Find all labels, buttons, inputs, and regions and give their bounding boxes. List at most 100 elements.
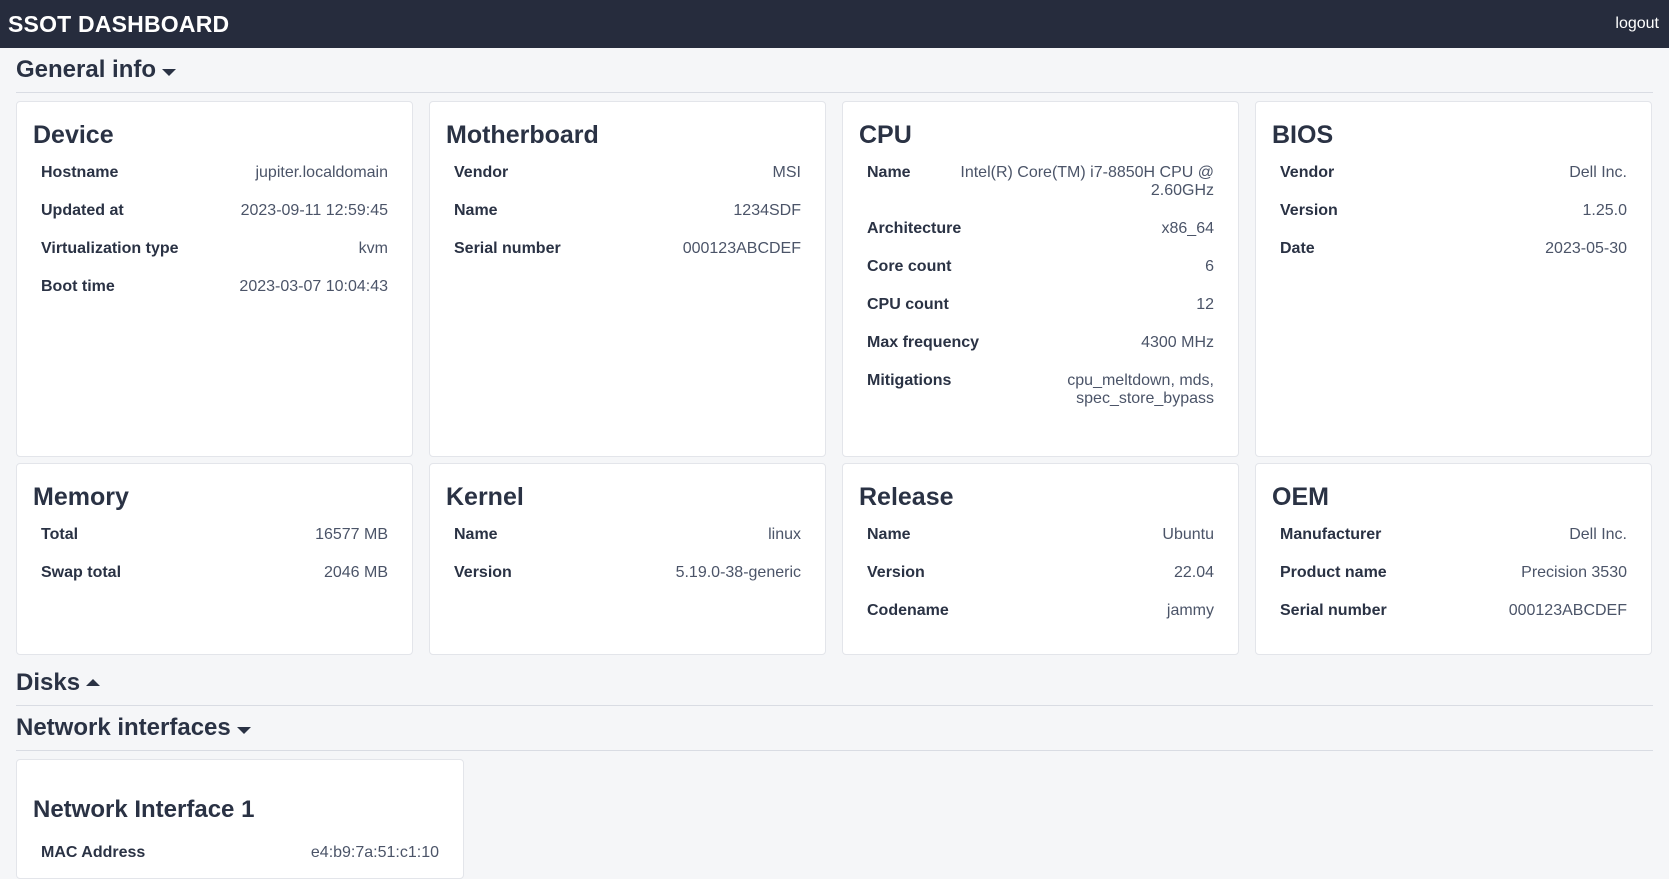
info-value: 16577 MB [315, 526, 388, 543]
info-row: Version 5.19.0-38-generic [454, 564, 801, 582]
info-value: kvm [358, 240, 388, 257]
logout-link[interactable]: logout [1615, 15, 1661, 33]
info-value: 1.25.0 [1582, 202, 1627, 219]
info-row: Hostname jupiter.localdomain [41, 164, 388, 182]
info-value: 12 [1196, 296, 1214, 313]
section-title: Network interfaces [16, 714, 231, 741]
info-label: Boot time [41, 278, 115, 295]
info-row: Virtualization type kvm [41, 240, 388, 258]
info-value: Precision 3530 [1521, 564, 1627, 581]
info-row: Vendor MSI [454, 164, 801, 182]
info-value: 2023-05-30 [1545, 240, 1627, 257]
info-row: Vendor Dell Inc. [1280, 164, 1627, 182]
info-label: Codename [867, 602, 949, 619]
memory-card: Memory Total 16577 MB Swap total 2046 MB [16, 463, 413, 655]
info-label: Virtualization type [41, 240, 179, 257]
info-row: Name 1234SDF [454, 202, 801, 220]
app-title: SSOT DASHBOARD [8, 10, 230, 37]
info-row: Version 1.25.0 [1280, 202, 1627, 220]
info-value: Dell Inc. [1569, 164, 1627, 181]
oem-card: OEM Manufacturer Dell Inc. Product name Prec… [1255, 463, 1652, 655]
info-value: jammy [1166, 602, 1214, 619]
card-title: BIOS [1272, 121, 1334, 149]
info-label: Version [454, 564, 512, 581]
info-label: Mitigations [867, 372, 952, 389]
info-value: x86_64 [1161, 220, 1215, 237]
device-card: Device Hostname jupiter.localdomain Updated… [16, 101, 413, 457]
top-navbar: SSOT DASHBOARD logout [0, 0, 1669, 48]
info-row: Name linux [454, 526, 801, 544]
info-label: Product name [1280, 564, 1387, 581]
info-row: Total 16577 MB [41, 526, 388, 544]
info-value: 2023-03-07 10:04:43 [239, 278, 388, 295]
info-label: Serial number [454, 240, 561, 257]
bios-card: BIOS Vendor Dell Inc. Version 1.25.0 Date 2023… [1255, 101, 1652, 457]
info-label: Name [454, 202, 498, 219]
info-row: Name Intel(R) Core(TM) i7-8850H CPU @ 2.6… [867, 164, 1214, 200]
info-value: 2023-09-11 12:59:45 [240, 202, 388, 219]
info-label: Total [41, 526, 79, 543]
card-title: OEM [1272, 483, 1329, 511]
section-network-interfaces-toggle[interactable]: Network interfaces [16, 706, 1653, 751]
info-label: Name [867, 526, 911, 543]
info-row: Manufacturer Dell Inc. [1280, 526, 1627, 544]
info-label: Serial number [1280, 602, 1387, 619]
info-label: Name [454, 526, 498, 543]
info-label: Version [867, 564, 925, 581]
info-value: 1234SDF [733, 202, 801, 219]
info-label: Version [1280, 202, 1338, 219]
info-label: Swap total [41, 564, 122, 581]
info-label: MAC Address [41, 843, 146, 861]
info-label: Name [867, 164, 911, 181]
section-general-info-toggle[interactable]: General info [16, 48, 1653, 93]
info-value: 22.04 [1173, 564, 1214, 581]
info-row: Boot time 2023-03-07 10:04:43 [41, 278, 388, 296]
info-value: 5.19.0-38-generic [675, 564, 801, 581]
section-title: Disks [16, 669, 81, 696]
info-value: Intel(R) Core(TM) i7-8850H CPU @ 2.60GHz [960, 164, 1214, 199]
info-row: Name Ubuntu [867, 526, 1214, 544]
caret-down-icon [236, 726, 251, 734]
caret-up-icon [86, 678, 101, 686]
caret-down-icon [162, 68, 177, 76]
info-label: Max frequency [867, 334, 980, 351]
info-value: cpu_meltdown, mds, spec_store_bypass [1067, 372, 1214, 407]
info-value: Dell Inc. [1569, 526, 1627, 543]
section-title: General info [16, 56, 157, 83]
info-row: Serial number 000123ABCDEF [1280, 602, 1627, 620]
release-card: Release Name Ubuntu Version 22.04 Codename jam… [842, 463, 1239, 655]
motherboard-card: Motherboard Vendor MSI Name 1234SDF Serial nu… [429, 101, 826, 457]
cpu-card: CPU Name Intel(R) Core(TM) i7-8850H CPU @ … [842, 101, 1239, 457]
info-label: Updated at [41, 202, 124, 219]
section-disks-toggle[interactable]: Disks [16, 661, 1653, 706]
info-row: CPU count 12 [867, 296, 1214, 314]
info-label: Core count [867, 258, 952, 275]
info-value: 6 [1205, 258, 1214, 275]
network-interface-card: Network Interface 1 MAC Address e4:b9:7a:5… [16, 759, 464, 879]
card-title: Network Interface 1 [33, 795, 255, 823]
info-value: 000123ABCDEF [682, 240, 801, 257]
info-value: Ubuntu [1162, 526, 1214, 543]
info-row: Date 2023-05-30 [1280, 240, 1627, 258]
info-row: Max frequency 4300 MHz [867, 334, 1214, 352]
info-value: e4:b9:7a:51:c1:10 [310, 843, 439, 861]
info-row: Updated at 2023-09-11 12:59:45 [41, 202, 388, 220]
info-row: Codename jammy [867, 602, 1214, 620]
general-info-grid-row2: Memory Total 16577 MB Swap total 2046 MB Ker… [16, 463, 1653, 655]
info-value: linux [768, 526, 801, 543]
card-title: Device [33, 121, 114, 149]
card-title: Motherboard [446, 121, 599, 149]
main-content: General info Device Hostname jupiter.local… [0, 48, 1669, 879]
info-label: Vendor [454, 164, 509, 181]
info-row: Product name Precision 3530 [1280, 564, 1627, 582]
info-label: Date [1280, 240, 1315, 257]
info-label: Vendor [1280, 164, 1335, 181]
info-row: Core count 6 [867, 258, 1214, 276]
kernel-card: Kernel Name linux Version 5.19.0-38-generic [429, 463, 826, 655]
card-title: Memory [33, 483, 129, 511]
info-row: Architecture x86_64 [867, 220, 1214, 238]
info-row: Swap total 2046 MB [41, 564, 388, 582]
info-label: CPU count [867, 296, 949, 313]
info-row: Version 22.04 [867, 564, 1214, 582]
info-value: 2046 MB [323, 564, 388, 581]
